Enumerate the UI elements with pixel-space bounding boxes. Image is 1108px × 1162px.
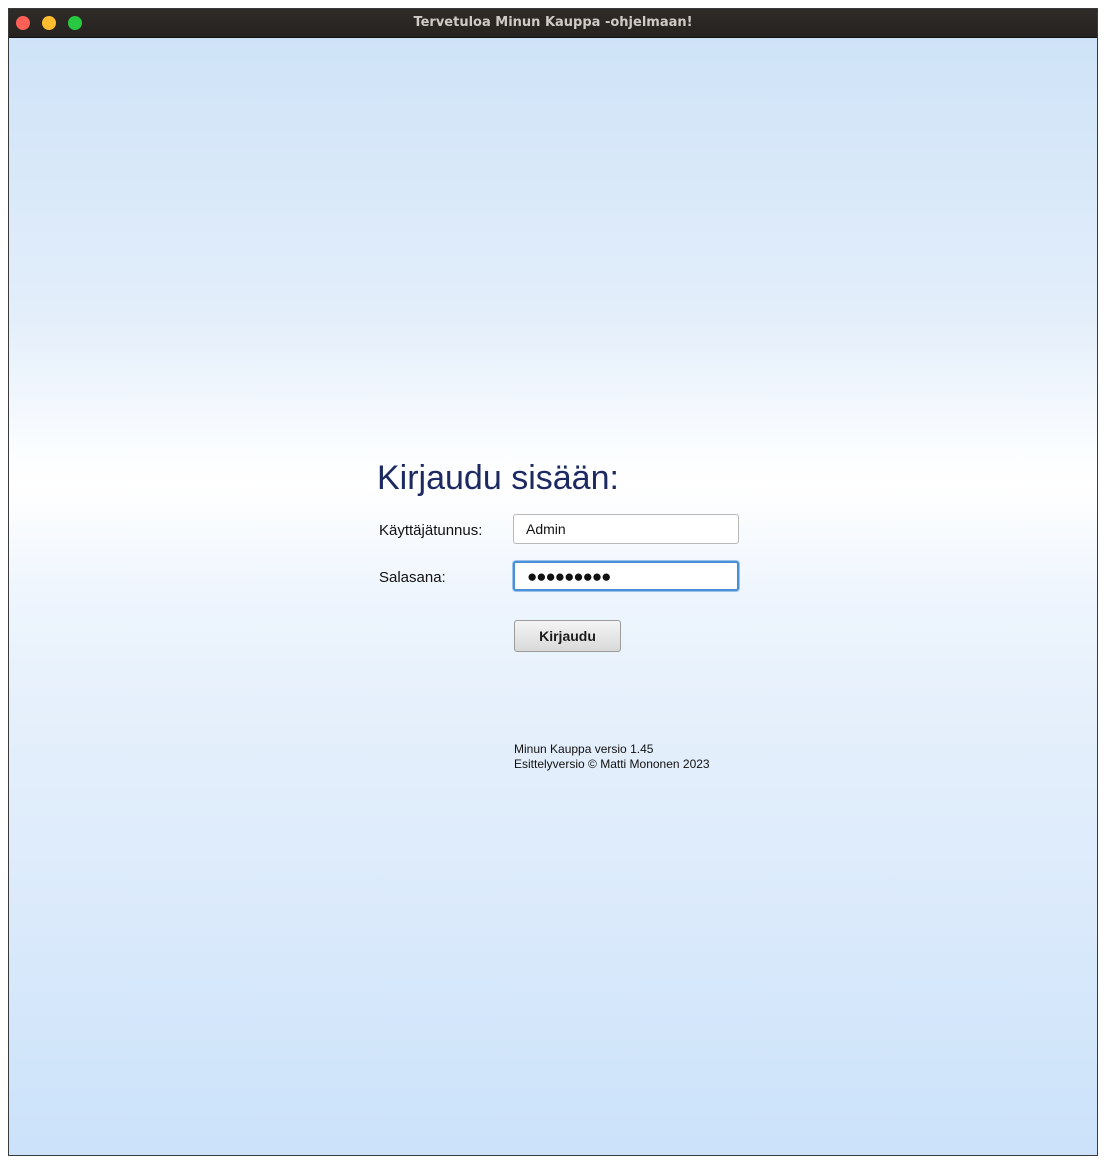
login-screen: Kirjaudu sisään: Käyttäjätunnus: Admin S… xyxy=(9,38,1097,1155)
version-text: Minun Kauppa versio 1.45 xyxy=(514,742,654,756)
app-window: Tervetuloa Minun Kauppa -ohjelmaan! Kirj… xyxy=(8,8,1098,1156)
login-button[interactable]: Kirjaudu xyxy=(514,620,621,652)
window-title: Tervetuloa Minun Kauppa -ohjelmaan! xyxy=(413,15,693,30)
username-input[interactable]: Admin xyxy=(513,514,739,544)
password-mask: ●●●●●●●●● xyxy=(527,567,611,586)
footer: Minun Kauppa versio 1.45 Esittelyversio … xyxy=(514,742,710,772)
password-input[interactable]: ●●●●●●●●● xyxy=(513,561,739,591)
title-bar[interactable]: Tervetuloa Minun Kauppa -ohjelmaan! xyxy=(9,9,1097,38)
login-heading: Kirjaudu sisään: xyxy=(377,459,619,497)
password-label: Salasana: xyxy=(379,569,446,586)
copyright-text: Esittelyversio © Matti Mononen 2023 xyxy=(514,757,710,771)
username-label: Käyttäjätunnus: xyxy=(379,522,483,539)
